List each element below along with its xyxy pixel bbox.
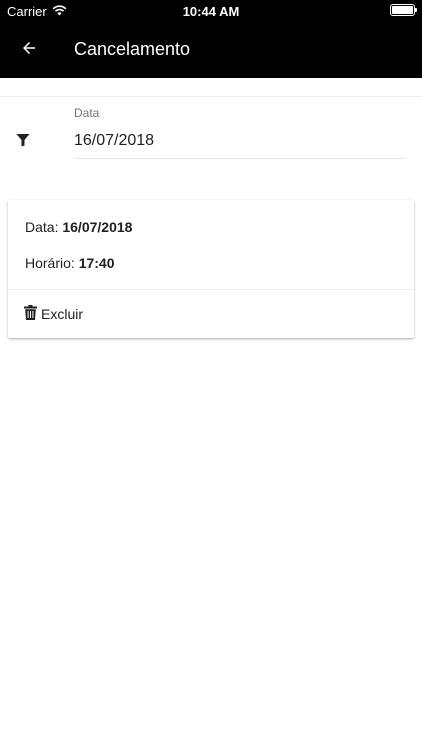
app-bar: Cancelamento [0, 22, 422, 78]
card-time-row: Horário: 17:40 [25, 255, 115, 271]
battery-icon [390, 4, 417, 16]
page-title: Cancelamento [74, 39, 191, 59]
status-time: 10:44 AM [182, 4, 240, 19]
card-time-label: Horário: [25, 255, 79, 271]
card-date-label: Data: [25, 219, 63, 235]
appointment-card: Data: 16/07/2018 Horário: 17:40 Excluir [8, 200, 414, 338]
card-date-value: 16/07/2018 [62, 219, 133, 235]
trash-icon [24, 305, 37, 323]
card-divider [8, 289, 414, 290]
filter-icon[interactable] [16, 133, 30, 147]
app-screen: Carrier 10:44 AM Cancelamento Data 16/07… [0, 0, 422, 750]
date-field-label: Data [74, 106, 100, 120]
date-filter-input[interactable]: 16/07/2018 [74, 131, 406, 159]
card-date-row: Data: 16/07/2018 [25, 219, 132, 235]
divider [0, 96, 422, 97]
delete-label: Excluir [41, 306, 84, 322]
delete-button[interactable]: Excluir [24, 305, 83, 323]
status-bar: Carrier 10:44 AM [0, 0, 422, 22]
card-time-value: 17:40 [78, 255, 115, 271]
back-button[interactable] [14, 36, 44, 64]
arrow-left-icon [20, 39, 38, 62]
